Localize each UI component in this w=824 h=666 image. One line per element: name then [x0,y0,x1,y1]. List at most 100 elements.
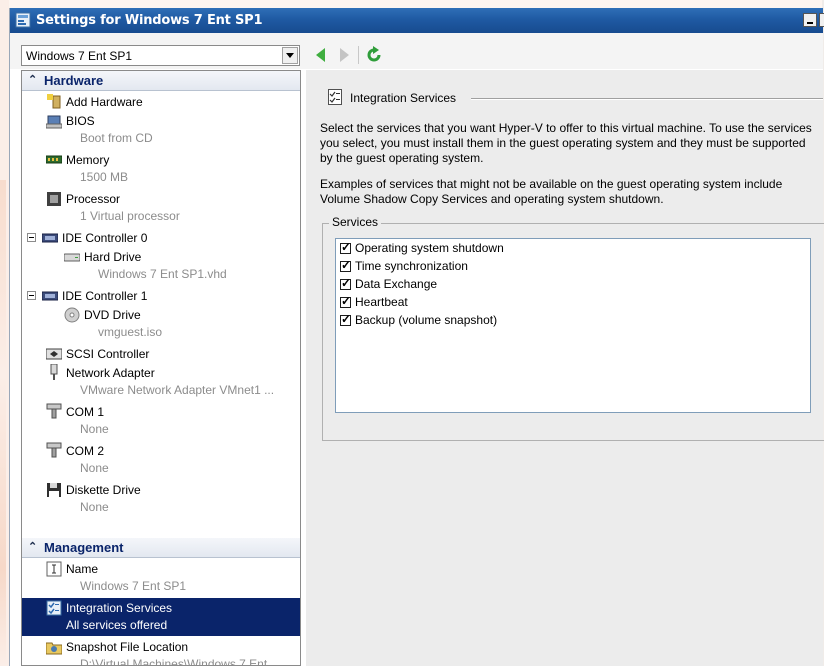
service-label: Operating system shutdown [355,241,504,255]
tree-item-label: Add Hardware [66,95,143,109]
service-checkbox[interactable] [340,240,351,254]
diskette-icon [47,483,61,497]
tree-item-label: IDE Controller 1 [62,289,148,303]
tree-item-memory[interactable]: Memory 1500 MB [22,150,300,188]
tree-item-label: SCSI Controller [66,347,150,361]
integration-services-icon [328,89,342,105]
ide-controller-icon [42,233,58,243]
dvd-drive-icon [64,307,80,323]
maximize-button[interactable] [819,13,824,27]
settings-tree: ⌃ Hardware Add Hardware BIOS Boot from C… [21,70,301,666]
tree-item-ide-controller-0[interactable]: IDE Controller 0 [22,228,300,247]
tree-item-label: Hard Drive [84,250,142,264]
tree-item-scsi-controller[interactable]: SCSI Controller [22,344,300,363]
processor-icon [47,192,61,206]
tree-item-label: COM 1 [66,405,105,419]
tree-item-label: Network Adapter [66,366,155,380]
network-adapter-icon [50,364,58,380]
collapse-toggle-icon[interactable] [27,291,36,300]
settings-window-icon [15,12,31,28]
tree-item-network-adapter[interactable]: Network Adapter VMware Network Adapter V… [22,363,300,401]
tree-item-sublabel: Boot from CD [80,131,153,145]
title-bar[interactable]: Settings for Windows 7 Ent SP1 [10,8,824,33]
tree-item-sublabel: None [80,500,109,514]
panel-description: Select the services that you want Hyper-… [320,121,812,165]
tree-item-label: Memory [66,153,110,167]
service-checkbox[interactable] [340,312,351,326]
tree-item-dvd-drive[interactable]: DVD Drive vmguest.iso [22,305,300,343]
scsi-controller-icon [46,348,62,360]
service-checkbox[interactable] [340,294,351,308]
collapse-chevron-icon[interactable]: ⌃ [28,73,37,86]
details-panel: Integration Services Select the services… [306,70,824,666]
tree-item-add-hardware[interactable]: Add Hardware [22,92,300,111]
tree-item-sublabel: Windows 7 Ent SP1 [80,579,187,593]
tree-item-processor[interactable]: Processor 1 Virtual processor [22,189,300,227]
tree-item-ide-controller-1[interactable]: IDE Controller 1 [22,286,300,305]
heading-rule [471,98,823,100]
tree-item-label: Name [66,562,99,576]
tree-item-hard-drive[interactable]: Hard Drive Windows 7 Ent SP1.vhd [22,247,300,285]
section-hardware[interactable]: ⌃ Hardware [22,71,300,91]
vm-select-value: Windows 7 Ent SP1 [26,49,133,63]
tree-item-sublabel: 1 Virtual processor [80,209,180,223]
tree-item-integration-services[interactable]: Integration Services All services offere… [22,598,300,636]
toolbar: Windows 7 Ent SP1 [10,33,823,69]
services-group-label: Services [329,215,382,229]
service-checkbox[interactable] [340,258,351,272]
tree-item-label: IDE Controller 0 [62,231,148,245]
section-label: Hardware [44,73,104,88]
tree-item-sublabel: None [80,461,109,475]
tree-item-label: Diskette Drive [66,483,141,497]
tree-item-label: DVD Drive [84,308,141,322]
section-management[interactable]: ⌃ Management [22,538,300,558]
back-arrow-icon[interactable] [316,48,325,62]
tree-item-diskette-drive[interactable]: Diskette Drive None [22,480,300,518]
panel-heading: Integration Services [350,91,457,105]
tree-item-label: COM 2 [66,444,105,458]
service-checkbox[interactable] [340,276,351,290]
toolbar-separator [358,46,359,64]
service-label: Time synchronization [355,259,468,273]
tree-item-name[interactable]: Name Windows 7 Ent SP1 [22,559,300,597]
panel-examples: Examples of services that might not be a… [320,177,783,206]
tree-item-label: Snapshot File Location [66,640,189,654]
integration-services-icon [46,600,62,616]
services-groupbox: Services Operating system shutdown Time … [322,215,824,441]
desktop-background-left [0,0,9,666]
ide-controller-icon [42,291,58,301]
tree-item-sublabel: vmguest.iso [98,325,163,339]
snapshot-folder-icon [46,642,62,655]
hard-drive-icon [64,253,80,262]
tree-item-snapshot-file-location[interactable]: Snapshot File Location D:\Virtual Machin… [22,637,300,665]
forward-arrow-icon[interactable] [340,48,349,62]
settings-window: Settings for Windows 7 Ent SP1 Windows 7… [9,8,824,666]
tree-item-com-1[interactable]: COM 1 None [22,402,300,440]
collapse-chevron-icon[interactable]: ⌃ [28,540,37,553]
tree-item-sublabel: VMware Network Adapter VMnet1 ... [80,383,275,397]
add-hardware-icon [47,94,61,109]
bios-icon [46,115,62,129]
memory-icon [46,155,62,164]
service-label: Data Exchange [355,277,438,291]
tree-item-label: Processor [66,192,121,206]
tree-item-bios[interactable]: BIOS Boot from CD [22,111,300,149]
service-label: Heartbeat [355,295,408,309]
desktop-background [0,0,824,8]
collapse-toggle-icon[interactable] [27,233,36,242]
tree-item-com-2[interactable]: COM 2 None [22,441,300,479]
services-list: Operating system shutdown Time synchroni… [335,238,811,413]
refresh-icon[interactable] [365,46,383,64]
tree-item-sublabel: None [80,422,109,436]
tree-item-sublabel: 1500 MB [80,170,129,184]
tree-item-sublabel: Windows 7 Ent SP1.vhd [98,267,227,281]
tree-item-label: Integration Services [66,601,173,615]
tree-item-label: BIOS [66,114,95,128]
name-field-icon [46,561,62,577]
minimize-button[interactable] [803,13,817,27]
vm-select-dropdown[interactable]: Windows 7 Ent SP1 [21,45,300,66]
service-label: Backup (volume snapshot) [355,313,498,327]
chevron-down-icon[interactable] [282,47,298,64]
window-title: Settings for Windows 7 Ent SP1 [36,13,263,28]
com-port-icon [46,442,62,458]
